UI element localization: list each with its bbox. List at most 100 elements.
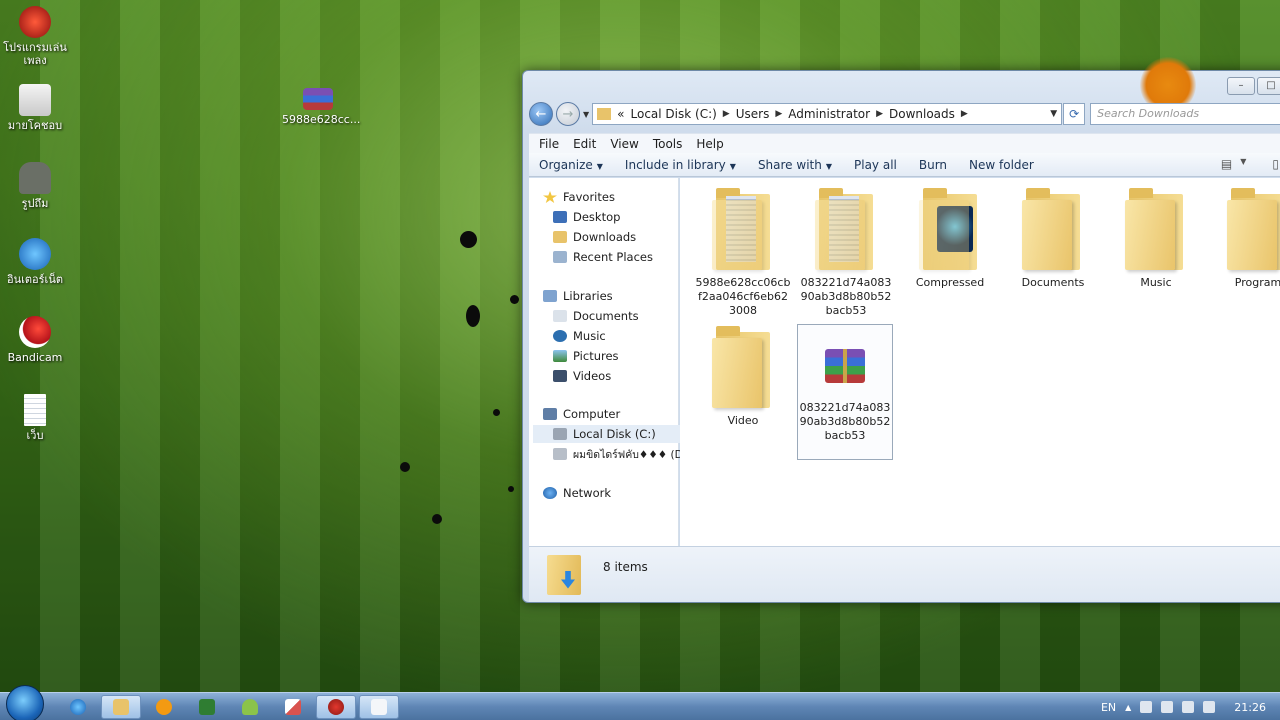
breadcrumb-administrator[interactable]: Administrator <box>788 107 870 121</box>
folder-item[interactable]: Compressed <box>902 180 998 290</box>
desktop-icon-text-file[interactable]: เว็บ <box>0 394 70 442</box>
menu-tools[interactable]: Tools <box>653 137 683 151</box>
navigation-pane: Favorites Desktop Downloads Recent Place… <box>529 178 683 546</box>
nav-videos[interactable]: Videos <box>553 367 701 385</box>
desktop-icon-bandicam[interactable]: Bandicam <box>0 316 70 364</box>
taskbar-notepad[interactable] <box>359 694 399 719</box>
taskbar-ie[interactable] <box>58 695 98 719</box>
network-icon <box>543 487 557 499</box>
chevron-right-icon[interactable]: ▶ <box>775 109 782 119</box>
nav-computer[interactable]: Computer <box>543 405 691 423</box>
pictures-icon <box>553 350 567 362</box>
taskbar-paint[interactable] <box>273 695 313 719</box>
nav-label: Favorites <box>563 190 615 204</box>
arrow-left-icon: ← <box>535 106 547 122</box>
chevron-right-icon[interactable]: ▶ <box>961 109 968 119</box>
change-view-icon[interactable]: ▤ <box>1221 157 1232 171</box>
share-with-button[interactable]: Share with ▼ <box>758 158 832 172</box>
chevron-down-icon: ▼ <box>596 161 603 171</box>
minimize-button[interactable]: – <box>1227 77 1255 95</box>
nav-label: Network <box>563 486 612 500</box>
play-all-button[interactable]: Play all <box>854 158 897 172</box>
folder-item[interactable]: Video <box>695 318 791 428</box>
archive-item[interactable]: 083221d74a08390ab3d8b80b52bacb53 <box>797 324 893 460</box>
downloads-icon <box>553 231 567 243</box>
chevron-up-icon[interactable]: ▲ <box>1125 703 1131 712</box>
folder-item[interactable]: 083221d74a08390ab3d8b80b52bacb53 <box>798 180 894 318</box>
taskbar-excel[interactable] <box>187 695 227 719</box>
explorer-window[interactable]: – □ ← → ▼ « Local Disk (C:) ▶ Users ▶ Ad… <box>522 57 1280 603</box>
caption-buttons: – □ <box>1227 77 1280 95</box>
folder-item[interactable]: 5988e628cc06cbf2aa046cf6eb623008 <box>695 180 791 318</box>
language-indicator[interactable]: EN <box>1101 701 1116 714</box>
desktop-icon-archive[interactable]: 5988e628cc... <box>282 88 360 126</box>
forward-button[interactable]: → <box>556 102 580 126</box>
organize-button[interactable]: Organize ▼ <box>539 158 603 172</box>
taskbar: EN ▲ 21:26 <box>0 684 1280 720</box>
address-bar[interactable]: « Local Disk (C:) ▶ Users ▶ Administrato… <box>592 103 1063 125</box>
nav-libraries[interactable]: Libraries <box>543 287 691 305</box>
refresh-button[interactable]: ⟳ <box>1063 103 1086 125</box>
internet-explorer-icon <box>70 698 86 715</box>
desktop-icon-internet[interactable]: อินเตอร์เน็ต <box>0 238 70 286</box>
taskbar-android[interactable] <box>230 695 270 719</box>
back-button[interactable]: ← <box>529 102 553 126</box>
chevron-right-icon[interactable]: ▶ <box>723 109 730 119</box>
folder-item[interactable]: Documents <box>1005 180 1101 290</box>
nav-desktop[interactable]: Desktop <box>553 208 701 226</box>
volume-icon[interactable] <box>1203 701 1216 713</box>
address-overflow[interactable]: « <box>617 107 624 121</box>
preview-pane-icon[interactable]: ▯ <box>1272 157 1279 171</box>
breadcrumb-users[interactable]: Users <box>736 107 770 121</box>
menu-view[interactable]: View <box>610 137 638 151</box>
nav-local-disk-c[interactable]: Local Disk (C:) <box>533 425 681 443</box>
nav-favorites[interactable]: Favorites <box>543 188 691 206</box>
breadcrumb-local-disk[interactable]: Local Disk (C:) <box>631 107 717 121</box>
file-name: Compressed <box>915 276 985 289</box>
desktop-icon-computer[interactable]: มายโคชอบ <box>0 84 70 132</box>
command-bar: Organize ▼ Include in library ▼ Share with… <box>529 153 1280 177</box>
folder-item[interactable]: Program <box>1210 180 1280 290</box>
media-player-icon <box>156 698 172 715</box>
nav-downloads[interactable]: Downloads <box>553 228 701 246</box>
chevron-down-icon[interactable]: ▼ <box>1240 157 1246 171</box>
nav-network[interactable]: Network <box>543 484 691 502</box>
nav-label: Recent Places <box>573 250 653 264</box>
nav-recent-places[interactable]: Recent Places <box>553 248 701 266</box>
music-note-icon <box>553 330 567 342</box>
details-pane: 8 items <box>529 546 1280 602</box>
clock[interactable]: 21:26 <box>1234 701 1266 714</box>
taskbar-bandicam[interactable] <box>316 694 356 719</box>
include-in-library-button[interactable]: Include in library ▼ <box>625 158 736 172</box>
taskbar-media-player[interactable] <box>144 695 184 719</box>
nav-documents[interactable]: Documents <box>553 307 701 325</box>
android-icon <box>19 162 51 194</box>
taskbar-explorer[interactable] <box>101 694 141 719</box>
start-button[interactable] <box>6 684 44 720</box>
search-input[interactable]: Search Downloads <box>1090 103 1280 125</box>
menu-file[interactable]: File <box>539 137 559 151</box>
menu-edit[interactable]: Edit <box>573 137 596 151</box>
display-icon[interactable] <box>1161 701 1174 713</box>
menu-help[interactable]: Help <box>696 137 723 151</box>
wallpaper-splat <box>510 295 519 304</box>
desktop-icon-label: อินเตอร์เน็ต <box>7 273 63 286</box>
desktop-icon-label: มายโคชอบ <box>7 119 63 132</box>
folder-item[interactable]: Music <box>1108 180 1204 290</box>
nav-drive-d[interactable]: ผมขิดไดร์ฟคับ♦♦♦ (D <box>553 445 701 463</box>
breadcrumb-downloads[interactable]: Downloads <box>889 107 955 121</box>
new-folder-button[interactable]: New folder <box>969 158 1034 172</box>
network-icon[interactable] <box>1182 701 1195 713</box>
recent-pages-dropdown[interactable]: ▼ <box>583 110 589 119</box>
nav-label: Pictures <box>573 349 619 363</box>
nav-pictures[interactable]: Pictures <box>553 347 701 365</box>
chevron-right-icon[interactable]: ▶ <box>876 109 883 119</box>
burn-button[interactable]: Burn <box>919 158 947 172</box>
desktop-icon-music-player[interactable]: โปรแกรมเล่นเพลง <box>0 6 70 67</box>
nav-music[interactable]: Music <box>553 327 701 345</box>
chevron-down-icon[interactable]: ▼ <box>1050 109 1057 119</box>
action-center-icon[interactable] <box>1140 701 1153 713</box>
wallpaper-splat <box>466 305 480 327</box>
maximize-button[interactable]: □ <box>1257 77 1280 95</box>
desktop-icon-android[interactable]: รูปถึม <box>0 162 70 210</box>
